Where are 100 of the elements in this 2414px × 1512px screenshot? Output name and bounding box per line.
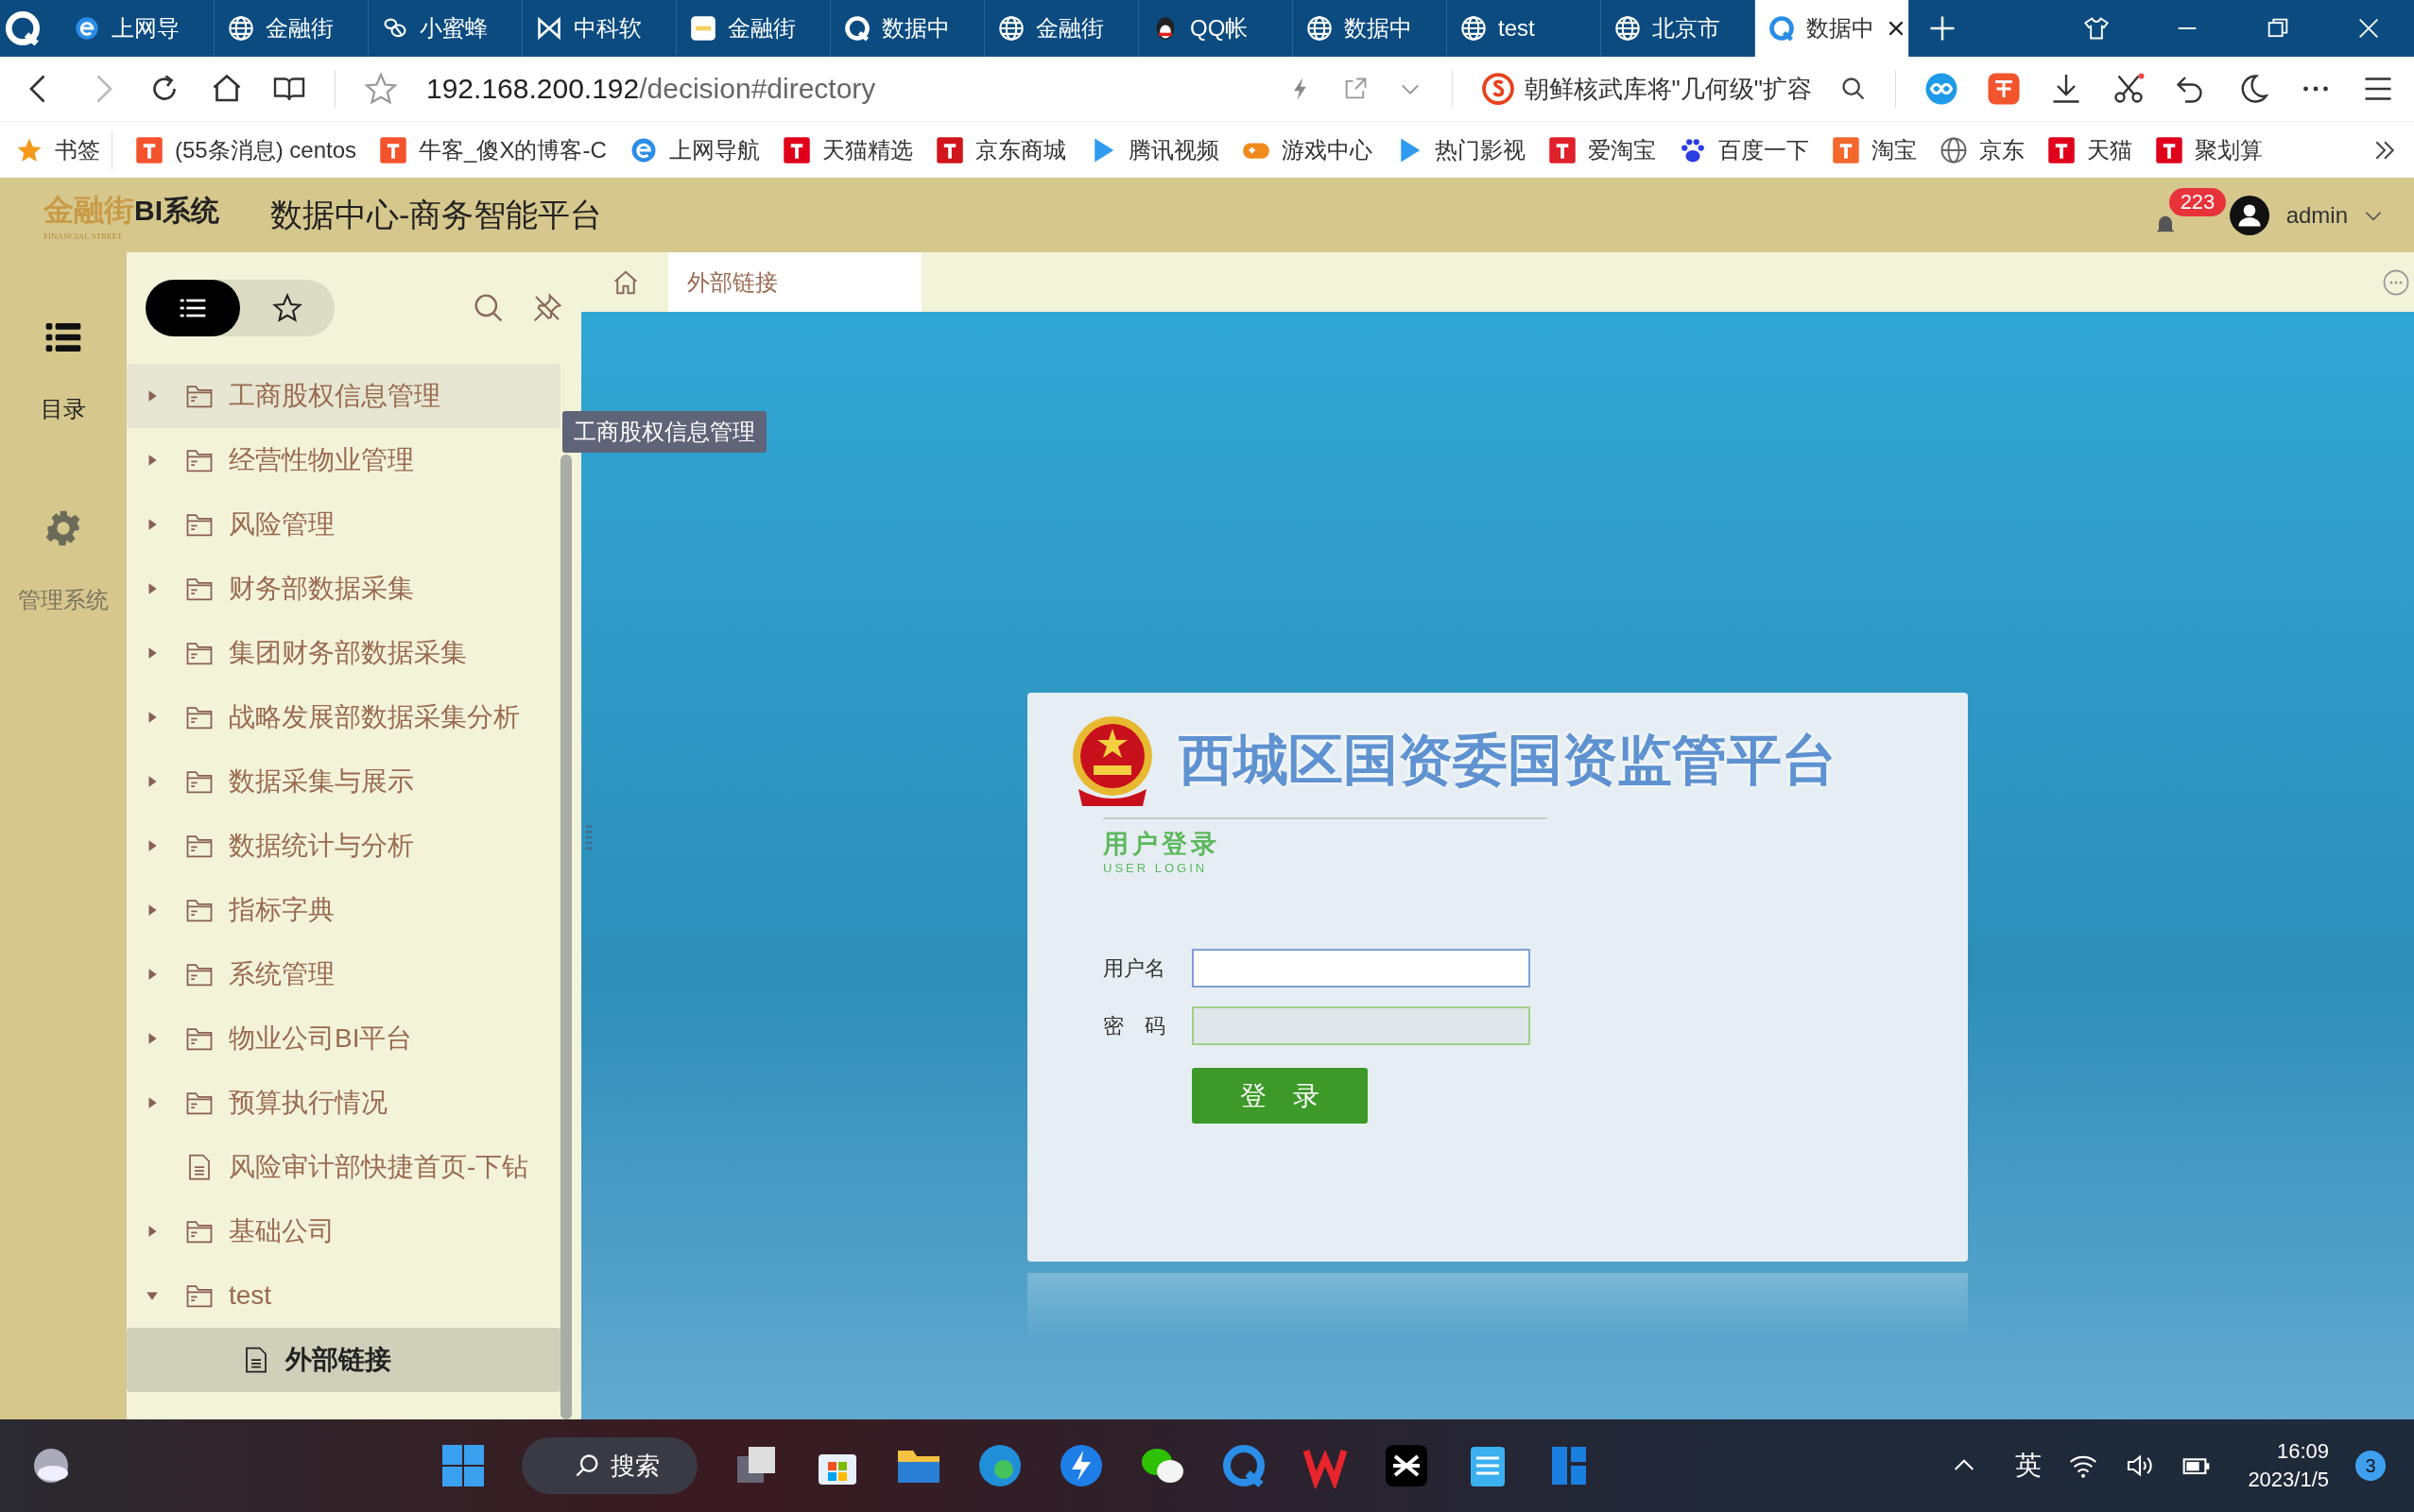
site-logo-icon (2154, 135, 2183, 164)
clock-date[interactable]: 2023/1/5 (2248, 1468, 2329, 1492)
scrollbar-thumb[interactable] (560, 455, 572, 1419)
content-tab[interactable]: 外部链接 (668, 252, 922, 312)
tab-title: 金融街 (1036, 14, 1104, 43)
bookmark[interactable]: 京东 (1939, 134, 2025, 165)
bookmark[interactable]: 爱淘宝 (1547, 134, 1656, 165)
globe-icon (1460, 15, 1487, 42)
field-label: 用户名 (1103, 954, 1166, 982)
bookmark-label: 京东 (1978, 135, 2025, 164)
bookmark[interactable]: 牛客_傻X的博客-C (379, 134, 607, 165)
input-method[interactable]: 英 (2015, 1448, 2043, 1484)
pin-icon[interactable] (532, 293, 562, 323)
user-name[interactable]: admin (2285, 201, 2348, 229)
login-heading: 用户登录 (1103, 829, 1220, 860)
globe-icon (1939, 135, 1968, 164)
tree-item-label: 工商股权信息管理 (229, 380, 440, 412)
search-icon[interactable] (1840, 76, 1867, 102)
browser-logo-icon[interactable] (1221, 1443, 1267, 1488)
tree-item[interactable]: 外部链接 (127, 1328, 560, 1392)
tree-item[interactable]: 工商股权信息管理 (127, 364, 560, 428)
bookmark[interactable]: 腾讯视频 (1088, 134, 1219, 165)
bookmark-label: 牛客_傻X的博客-C (419, 135, 607, 164)
tree-item[interactable]: 物业公司BI平台 (127, 1006, 560, 1071)
bookmark[interactable]: 书签 (15, 130, 112, 169)
username-field[interactable] (1192, 949, 1530, 988)
bookmark-label: 聚划算 (2194, 135, 2263, 164)
url-field[interactable]: 192.168.200.192/decision#directory (426, 73, 1259, 105)
new-tab-icon[interactable] (1928, 14, 1957, 43)
bookmark[interactable]: 淘宝 (1831, 134, 1917, 165)
tree-item[interactable]: 指标字典 (127, 878, 560, 942)
bookmark-label: 热门影视 (1434, 135, 1526, 164)
drag-handle-icon[interactable] (585, 824, 593, 850)
rail-label: 目录 (41, 395, 86, 423)
bookmark[interactable]: 上网导航 (629, 134, 760, 165)
tree-item[interactable]: 经营性物业管理 (127, 428, 560, 492)
star-icon[interactable] (272, 293, 302, 323)
star-icon[interactable] (364, 72, 398, 106)
tree-item[interactable]: test (127, 1263, 560, 1328)
bookmark-label: 天猫精选 (821, 135, 913, 164)
infinity-icon[interactable] (1924, 72, 1958, 106)
logo-suffix: BI系统 (134, 193, 219, 228)
tree-item[interactable]: 数据统计与分析 (127, 814, 560, 878)
browser-tab[interactable]: 数据中 (1755, 0, 1909, 57)
scissors-icon[interactable] (2112, 72, 2146, 106)
tab-title: 数据中 (882, 14, 950, 43)
tab-title: 数据中 (1806, 14, 1874, 43)
rail-item[interactable]: 目录 (41, 318, 86, 424)
avatar-icon[interactable] (2229, 195, 2269, 235)
browser-logo-icon (1768, 15, 1795, 42)
tree-item-label: 战略发展部数据采集分析 (229, 701, 520, 733)
bookmark[interactable]: 百度一下 (1678, 134, 1809, 165)
tree-item-label: 财务部数据采集 (229, 573, 414, 605)
tree-item[interactable]: 预算执行情况 (127, 1071, 560, 1135)
gear-icon (44, 509, 82, 547)
tree-item[interactable]: 风险管理 (127, 492, 560, 557)
lightning-icon[interactable] (1059, 1443, 1105, 1488)
bookmark[interactable]: 天猫精选 (782, 134, 913, 165)
bookmark[interactable]: 京东商城 (935, 134, 1066, 165)
notification-badge[interactable]: 3 (2355, 1451, 2386, 1481)
bookmark[interactable]: 热门影视 (1394, 134, 1526, 165)
bookmark-label: 天猫 (2086, 135, 2132, 164)
tree-item-label: 风险管理 (229, 508, 335, 541)
video-editor-icon[interactable] (1384, 1443, 1430, 1488)
bookmark[interactable]: 天猫 (2046, 134, 2132, 165)
tree-item[interactable]: 财务部数据采集 (127, 557, 560, 621)
password-field[interactable] (1192, 1006, 1530, 1045)
tree-item[interactable]: 战略发展部数据采集分析 (127, 685, 560, 749)
windows-start-icon[interactable] (440, 1443, 487, 1488)
search-field[interactable]: 朝鲜核武库将"几何级"扩容 (1524, 72, 1812, 106)
browser-logo-icon (844, 15, 871, 42)
shirt-icon[interactable] (2083, 15, 2110, 42)
tree-item[interactable]: 集团财务部数据采集 (127, 621, 560, 685)
site-logo-icon (2046, 135, 2076, 164)
bookmark-label: 淘宝 (1871, 135, 1917, 164)
bowtie-icon (536, 15, 562, 42)
tree-item[interactable]: 基础公司 (127, 1199, 560, 1263)
view-toggle[interactable] (146, 280, 335, 336)
bookmark-label: 书签 (55, 135, 100, 164)
taskbar-search[interactable]: 搜索 (522, 1437, 698, 1494)
tree-item[interactable]: 风险审计部快捷首页-下钻 (127, 1135, 560, 1199)
login-button[interactable]: 登 录 (1192, 1068, 1368, 1124)
tree-item-label: 系统管理 (229, 958, 335, 990)
search-engine-icon[interactable] (1480, 72, 1515, 106)
tree-item[interactable]: 系统管理 (127, 942, 560, 1006)
search-icon[interactable] (474, 293, 504, 323)
ie-icon (74, 15, 100, 42)
edge-icon[interactable] (977, 1443, 1024, 1488)
bookmark[interactable]: 聚划算 (2154, 134, 2263, 165)
bookmark[interactable]: 游戏中心 (1241, 134, 1372, 165)
bookmark[interactable]: (55条消息) centos (135, 134, 357, 165)
tab-title: 上网导 (112, 14, 180, 43)
notification-badge: 223 (2168, 187, 2227, 216)
tree-item[interactable]: 数据采集与展示 (127, 749, 560, 814)
clock-time[interactable]: 16:09 (2276, 1439, 2329, 1464)
bookmark-label: 上网导航 (668, 135, 760, 164)
translate-icon[interactable] (1987, 72, 2021, 106)
globe-icon (228, 15, 254, 42)
browser-logo-icon[interactable] (4, 9, 42, 47)
globe-icon (1614, 15, 1641, 42)
